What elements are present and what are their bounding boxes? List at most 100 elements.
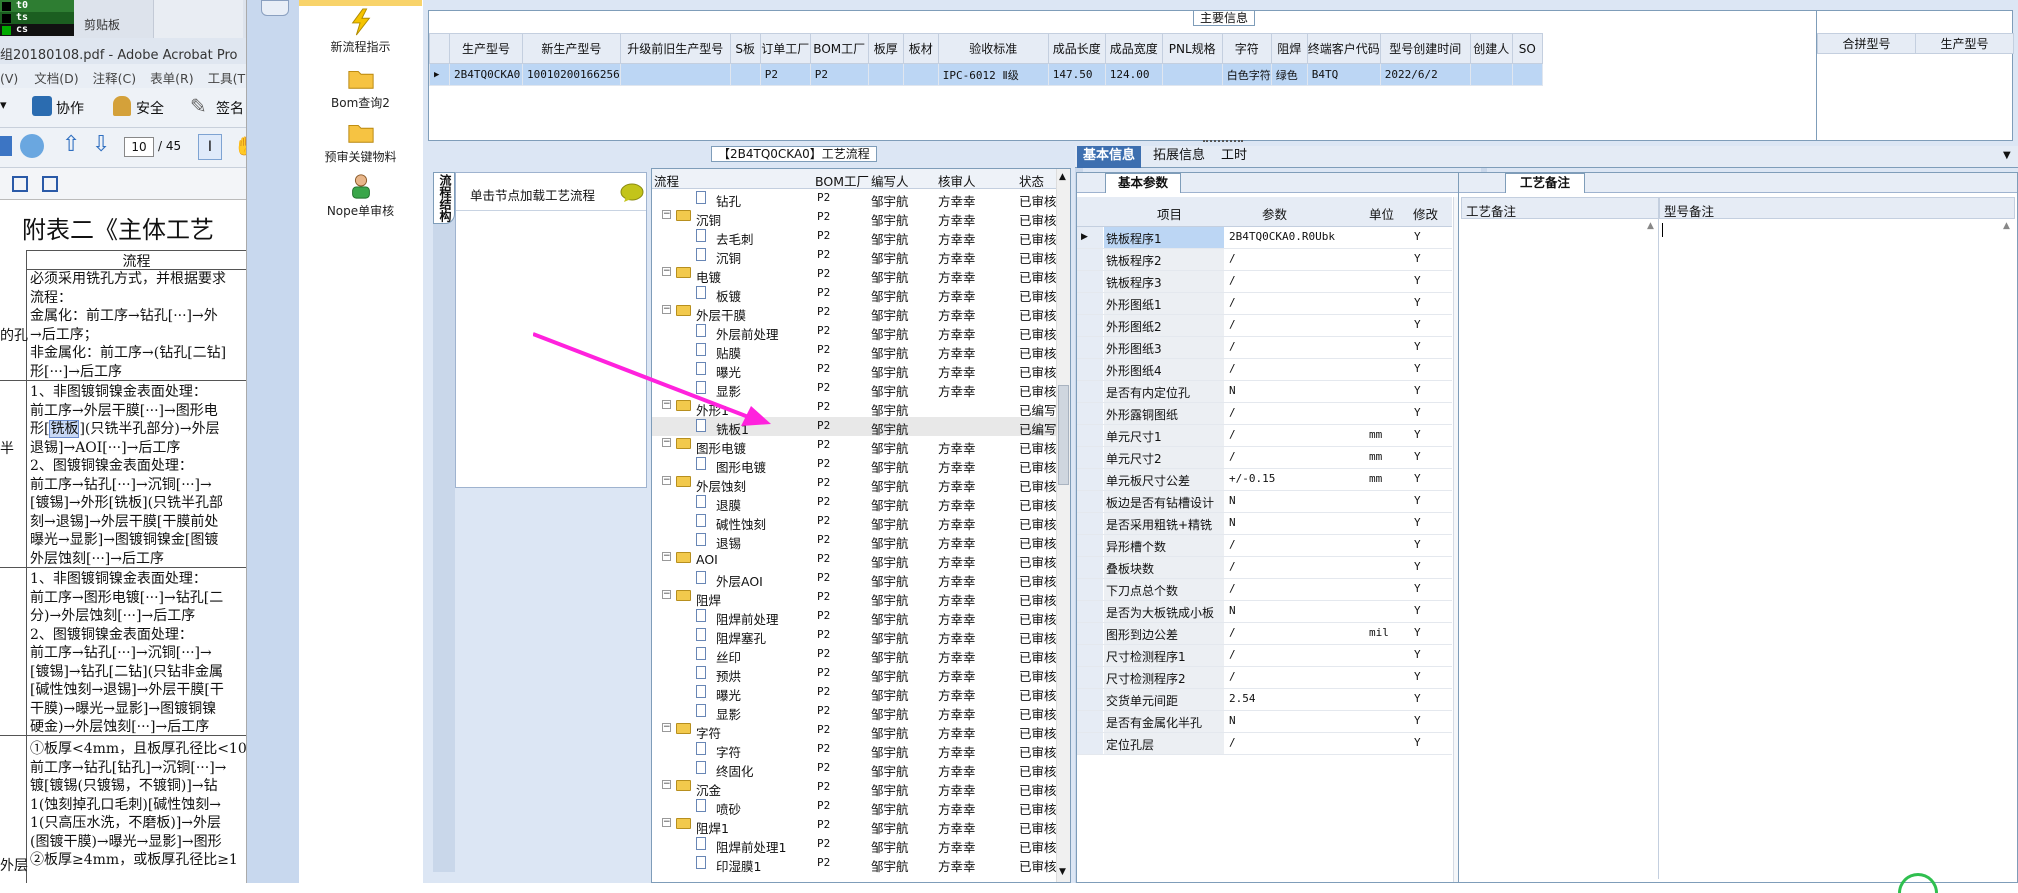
tree-folder-row[interactable]: − 沉铜 P2 邹宇航 方幸幸 已审核	[652, 208, 1056, 228]
collab-button[interactable]: 协作	[56, 98, 84, 118]
main-cell[interactable]: P2	[759, 63, 811, 86]
params-col-header[interactable]: 项目	[1157, 204, 1182, 223]
view-dropdown-tail[interactable]: ▾	[0, 98, 7, 113]
tree-leaf-row[interactable]: 阻焊塞孔 P2 邹宇航 方幸幸 已审核	[652, 626, 1056, 646]
param-value[interactable]: /	[1229, 296, 1359, 309]
merge-col-header[interactable]: 生产型号	[1915, 33, 2014, 54]
param-modify[interactable]: Y	[1414, 604, 1421, 617]
tool-icon[interactable]	[261, 0, 289, 16]
collapse-icon[interactable]: −	[662, 476, 671, 485]
tree-leaf-row[interactable]: 阻焊前处理1 P2 邹宇航 方幸幸 已审核	[652, 835, 1056, 855]
main-col-header[interactable]: S板	[729, 33, 761, 64]
main-cell[interactable]: IPC-6012 Ⅱ级	[937, 63, 1049, 86]
menu-item[interactable]: 文档(D)	[34, 71, 78, 86]
select-tool-icon[interactable]: I	[198, 134, 222, 160]
model-remark-header[interactable]: 型号备注	[1659, 197, 2015, 219]
main-col-header[interactable]: 板材	[902, 33, 939, 64]
param-row[interactable]: 交货单元间距 2.54 Y	[1077, 689, 1452, 711]
scroll-down-icon[interactable]: ▼	[1059, 867, 1066, 877]
param-value[interactable]: N	[1229, 516, 1359, 529]
tab-basic-info[interactable]: 基本信息	[1077, 146, 1142, 168]
params-col-header[interactable]: 单位	[1369, 204, 1394, 223]
main-cell[interactable]	[729, 63, 761, 86]
save-icon[interactable]	[0, 136, 12, 156]
main-col-header[interactable]: 成品长度	[1047, 33, 1106, 64]
param-row[interactable]: 尺寸检测程序1 / Y	[1077, 645, 1452, 667]
collapse-icon[interactable]: −	[662, 438, 671, 447]
tree-col-header[interactable]: BOM工厂	[815, 171, 869, 190]
param-row[interactable]: 是否有金属化半孔 N Y	[1077, 711, 1452, 733]
param-modify[interactable]: Y	[1414, 626, 1421, 639]
main-cell[interactable]: 2022/6/2	[1379, 63, 1471, 86]
param-value[interactable]: N	[1229, 384, 1359, 397]
param-value[interactable]: /	[1229, 406, 1359, 419]
params-col-header[interactable]: 参数	[1262, 204, 1287, 223]
main-cell[interactable]	[902, 63, 939, 86]
param-modify[interactable]: Y	[1414, 450, 1421, 463]
main-cell[interactable]: P2	[809, 63, 869, 86]
tree-leaf-row[interactable]: 沉铜 P2 邹宇航 方幸幸 已审核	[652, 246, 1056, 266]
tree-leaf-row[interactable]: 阻焊前处理 P2 邹宇航 方幸幸 已审核	[652, 607, 1056, 627]
tree-leaf-row[interactable]: 印湿膜1 P2 邹宇航 方幸幸 已审核	[652, 854, 1056, 874]
param-modify[interactable]: Y	[1414, 736, 1421, 749]
param-modify[interactable]: Y	[1414, 538, 1421, 551]
main-col-header[interactable]: 型号创建时间	[1379, 33, 1471, 64]
param-row[interactable]: 单元板尺寸公差 +/-0.15 mm Y	[1077, 469, 1452, 491]
param-modify[interactable]: Y	[1414, 560, 1421, 573]
tree-scrollbar[interactable]: ▲ ▼	[1056, 169, 1070, 882]
param-row[interactable]: 铣板程序2 / Y	[1077, 249, 1452, 271]
scroll-up-icon[interactable]: ▲	[1647, 221, 1654, 231]
main-cell[interactable]	[619, 63, 731, 86]
main-col-header[interactable]: 板厚	[867, 33, 904, 64]
tree-folder-row[interactable]: − 图形电镀 P2 邹宇航 方幸幸 已审核	[652, 436, 1056, 456]
tree-folder-row[interactable]: − 字符 P2 邹宇航 方幸幸 已审核	[652, 721, 1056, 741]
param-value[interactable]: /	[1229, 670, 1359, 683]
collapse-icon[interactable]: −	[662, 590, 671, 599]
tree-leaf-row[interactable]: 板镀 P2 邹宇航 方幸幸 已审核	[652, 284, 1056, 304]
tree-leaf-row[interactable]: 喷砂 P2 邹宇航 方幸幸 已审核	[652, 797, 1056, 817]
main-col-header[interactable]: 成品宽度	[1104, 33, 1163, 64]
collapse-icon[interactable]: −	[662, 552, 671, 561]
launcher-item-key-material[interactable]: 预审关键物料	[299, 118, 422, 165]
tree-folder-row[interactable]: − 电镀 P2 邹宇航 方幸幸 已审核	[652, 265, 1056, 285]
sign-button[interactable]: 签名	[216, 98, 244, 118]
refresh-icon[interactable]	[20, 134, 44, 158]
param-modify[interactable]: Y	[1414, 406, 1421, 419]
param-row[interactable]: 图形到边公差 / mil Y	[1077, 623, 1452, 645]
main-col-header[interactable]: 生产型号	[449, 33, 523, 64]
collapse-icon[interactable]: −	[662, 780, 671, 789]
main-cell[interactable]: 白色字符	[1221, 63, 1272, 86]
param-value[interactable]: /	[1229, 736, 1359, 749]
page-down-icon[interactable]: ⇩	[92, 132, 110, 157]
tree-leaf-row[interactable]: 显影 P2 邹宇航 方幸幸 已审核	[652, 702, 1056, 722]
main-cell[interactable]: 10010200166256	[522, 63, 621, 86]
param-value[interactable]: /	[1229, 582, 1359, 595]
param-modify[interactable]: Y	[1414, 274, 1421, 287]
tree-leaf-row[interactable]: 曝光 P2 邹宇航 方幸幸 已审核	[652, 683, 1056, 703]
param-row[interactable]: 外形露铜图纸 / Y	[1077, 403, 1452, 425]
param-value[interactable]: /	[1229, 538, 1359, 551]
menu-item[interactable]: 工具(T)	[208, 71, 246, 86]
param-row[interactable]: 定位孔层 / Y	[1077, 733, 1452, 755]
page-number-input[interactable]: 10	[124, 137, 154, 157]
tree-col-header[interactable]: 状态	[1019, 171, 1044, 190]
param-value[interactable]: N	[1229, 604, 1359, 617]
security-button[interactable]: 安全	[136, 98, 164, 118]
process-remark-header[interactable]: 工艺备注	[1461, 197, 1659, 219]
tree-col-header[interactable]: 核审人	[938, 171, 976, 190]
param-row[interactable]: 外形图纸4 / Y	[1077, 359, 1452, 381]
param-modify[interactable]: Y	[1414, 582, 1421, 595]
main-col-header[interactable]: 订单工厂	[759, 33, 811, 64]
param-modify[interactable]: Y	[1414, 252, 1421, 265]
tree-folder-row[interactable]: − 沉金 P2 邹宇航 方幸幸 已审核	[652, 778, 1056, 798]
param-modify[interactable]: Y	[1414, 296, 1421, 309]
param-value[interactable]: N	[1229, 494, 1359, 507]
main-col-header[interactable]: 终端客户代码	[1306, 33, 1381, 64]
tree-leaf-row[interactable]: 图形电镀 P2 邹宇航 方幸幸 已审核	[652, 455, 1056, 475]
collapse-icon[interactable]: −	[662, 267, 671, 276]
param-value[interactable]: /	[1229, 318, 1359, 331]
main-col-header[interactable]: 字符	[1221, 33, 1272, 64]
param-row[interactable]: 是否采用粗铣+精铣 N Y	[1077, 513, 1452, 535]
param-row[interactable]: 铣板程序3 / Y	[1077, 271, 1452, 293]
menu-item[interactable]: (V)	[0, 71, 18, 86]
